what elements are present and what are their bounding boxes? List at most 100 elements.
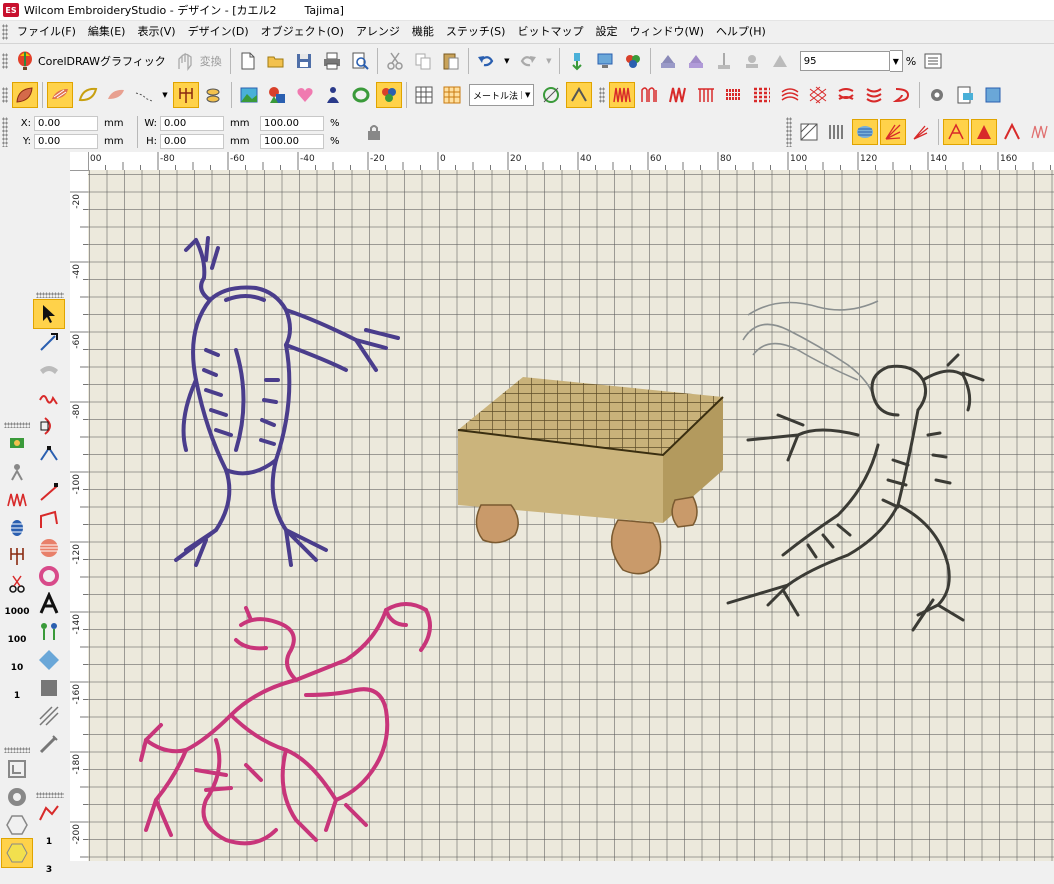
pull-compensation-button[interactable] xyxy=(971,119,997,145)
toolbox-grip-handle[interactable] xyxy=(36,792,64,798)
horizontal-ruler[interactable]: 00 -80 -60 -40 -20 0 20 40 60 80 100 120 140 160 xyxy=(70,152,1054,171)
node-edit-tool[interactable] xyxy=(34,440,64,468)
menu-stitch[interactable]: ステッチ(S) xyxy=(440,21,512,43)
stitch-type-diamond-button[interactable] xyxy=(806,83,830,107)
open-button[interactable] xyxy=(264,49,288,73)
run-stitch-button[interactable] xyxy=(132,83,156,107)
needle-point-button[interactable] xyxy=(712,49,736,73)
stitch-count-100-tool[interactable]: 100 xyxy=(2,626,32,654)
print-preview-button[interactable] xyxy=(348,49,372,73)
underlay-button[interactable] xyxy=(1028,120,1052,144)
stitch-player-button[interactable] xyxy=(656,49,680,73)
print-button[interactable] xyxy=(320,49,344,73)
toolbar-grip-handle[interactable] xyxy=(2,87,8,103)
stitch-type-zigzag-button[interactable] xyxy=(609,82,636,108)
stitch-type-contour-button[interactable] xyxy=(778,83,802,107)
redo-button[interactable] xyxy=(516,49,540,73)
menu-functions[interactable]: 機能 xyxy=(406,21,440,43)
frog-dark-dancing[interactable] xyxy=(708,285,998,645)
stitch-type-tatami-button[interactable] xyxy=(722,83,746,107)
x-position-input[interactable] xyxy=(34,115,98,131)
stitch-type-cross-button[interactable] xyxy=(750,83,774,107)
stitch-count-10-tool[interactable]: 10 xyxy=(2,654,32,682)
auto-spacing-button[interactable] xyxy=(943,119,969,145)
width-scale-input[interactable] xyxy=(260,115,324,131)
go-board[interactable] xyxy=(453,375,728,585)
hoop-grid-button[interactable] xyxy=(440,83,464,107)
hexagon-tool[interactable] xyxy=(2,811,32,839)
heart-button[interactable] xyxy=(293,83,317,107)
stitch-edit-tool[interactable] xyxy=(34,356,64,384)
border-button[interactable] xyxy=(349,83,373,107)
satin-angle-button[interactable] xyxy=(852,119,878,145)
monogram-tool[interactable] xyxy=(34,646,64,674)
applique-tool[interactable] xyxy=(2,514,32,542)
convert-button[interactable]: 変換 xyxy=(171,48,227,74)
undo-button[interactable] xyxy=(474,49,498,73)
frog-purple-standing[interactable] xyxy=(166,230,416,575)
send-to-machine-button[interactable] xyxy=(593,49,617,73)
vertical-ruler[interactable]: -20 -40 -60 -80 -100 -120 -140 -160 -180 -200 xyxy=(70,170,89,861)
menu-view[interactable]: 表示(V) xyxy=(131,21,181,43)
toolbar-grip-handle[interactable] xyxy=(2,117,8,147)
undo-dropdown-button[interactable]: ▼ xyxy=(502,49,512,73)
stitch-count-1000-tool[interactable]: 1000 xyxy=(2,598,32,626)
applique-button[interactable] xyxy=(321,83,345,107)
units-select[interactable]: メートル法 ▼ xyxy=(469,84,535,106)
trim-button[interactable] xyxy=(740,49,764,73)
menu-edit[interactable]: 編集(E) xyxy=(82,21,132,43)
outline-tool[interactable] xyxy=(34,674,64,702)
arc-tool[interactable] xyxy=(34,562,64,590)
height-input[interactable] xyxy=(160,133,224,149)
thread-colors-button[interactable] xyxy=(621,49,645,73)
edit-stitches-tool[interactable] xyxy=(34,384,64,412)
knife-tool[interactable] xyxy=(34,412,64,440)
cut-button[interactable] xyxy=(383,49,407,73)
stitch-type-pattern-button[interactable] xyxy=(862,83,886,107)
complex-fill-button[interactable] xyxy=(104,83,128,107)
toolbar-grip-handle[interactable] xyxy=(599,87,606,103)
lock-proportions-button[interactable] xyxy=(362,120,386,144)
satin-tool[interactable] xyxy=(2,486,32,514)
line-tool[interactable] xyxy=(34,478,64,506)
offset-tool[interactable] xyxy=(34,702,64,730)
stitch-type-wave-button[interactable] xyxy=(638,83,662,107)
outline-shape-button[interactable] xyxy=(76,83,100,107)
height-scale-input[interactable] xyxy=(260,133,324,149)
column-stitch-button[interactable] xyxy=(173,82,199,108)
toolbox-grip-handle[interactable] xyxy=(36,292,64,298)
toolbar-grip-handle[interactable] xyxy=(2,53,8,69)
menu-grip-handle[interactable] xyxy=(2,24,8,40)
copy-button[interactable] xyxy=(411,49,435,73)
stitch-effects-tool[interactable] xyxy=(34,730,64,758)
frog-magenta-tumbling[interactable] xyxy=(136,600,441,860)
color-palette-button[interactable] xyxy=(981,83,1005,107)
toolbar-grip-handle[interactable] xyxy=(786,117,792,147)
import-embroidery-button[interactable] xyxy=(565,49,589,73)
fan-stitch-button[interactable] xyxy=(880,119,906,145)
step-one-tool[interactable] xyxy=(34,800,64,828)
reshape-tool[interactable] xyxy=(34,328,64,356)
lettering-tool[interactable] xyxy=(34,590,64,618)
stitch-up-button[interactable] xyxy=(684,49,708,73)
auto-digitize-tool[interactable] xyxy=(2,430,32,458)
coreldraw-graphics-button[interactable]: CorelDRAWグラフィック xyxy=(11,48,171,74)
show-machine-button[interactable] xyxy=(768,49,792,73)
zoom-dropdown-button[interactable]: ▼ xyxy=(889,50,903,72)
design-canvas[interactable] xyxy=(88,170,1054,861)
split-column-button[interactable] xyxy=(825,120,849,144)
new-document-button[interactable] xyxy=(236,49,260,73)
menu-bitmap[interactable]: ビットマップ xyxy=(511,21,589,43)
run-dropdown-button[interactable]: ▼ xyxy=(160,83,170,107)
stitch-count-1-tool[interactable]: 1 xyxy=(2,682,32,710)
toolbox-grip-handle[interactable] xyxy=(4,422,30,428)
fill-shape-button[interactable] xyxy=(47,82,73,108)
save-button[interactable] xyxy=(292,49,316,73)
menu-file[interactable]: ファイル(F) xyxy=(11,21,82,43)
menu-settings[interactable]: 設定 xyxy=(589,21,623,43)
paste-button[interactable] xyxy=(439,49,463,73)
measure-button[interactable] xyxy=(539,83,563,107)
fill-tool[interactable] xyxy=(34,534,64,562)
stitch-angle-button[interactable] xyxy=(797,120,821,144)
menu-arrange[interactable]: アレンジ xyxy=(350,21,406,43)
